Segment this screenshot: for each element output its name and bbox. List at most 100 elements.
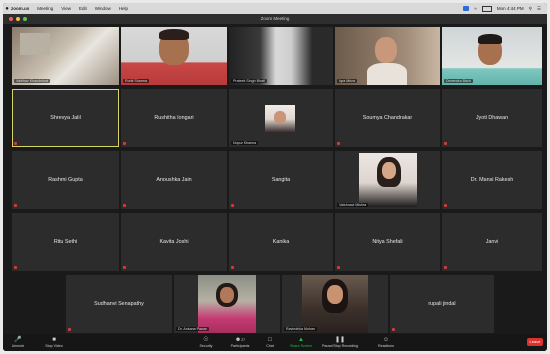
participant-tile[interactable]: Dr. Ankana Pawar [174,275,280,333]
profile-photo [359,153,417,207]
muted-icon [14,142,17,145]
share-screen-icon: ▲ [298,337,304,343]
unmute-label: Unmute [11,344,25,348]
muted-icon [123,266,126,269]
participant-tile[interactable]: Kanika [229,213,333,271]
participants-icon: ☻27 [234,337,246,343]
muted-icon [68,328,71,331]
record-button[interactable]: ❚❚ Pause/Stop Recording [321,336,359,348]
participant-name-label: Iqra Mirza [337,79,357,83]
pause-icon: ❚❚ [334,337,346,343]
menu-edit[interactable]: Edit [79,6,87,11]
profile-photo [302,275,368,333]
participant-name-label: Nupur Khanna [231,141,259,145]
participant-name: Kanika [272,239,290,245]
menu-list-icon[interactable]: ☰ [537,6,541,12]
participant-name: Jyoti Dhawan [475,115,509,121]
menu-view[interactable]: View [61,6,71,11]
share-screen-label: Share Screen [290,344,312,348]
participant-name: Sudhanvi Senapathy [94,301,144,307]
title-bar: Zoom Meeting [3,14,547,24]
security-button[interactable]: ☉ Security [195,336,217,348]
participant-tile[interactable]: Prateek Singh Bhati [229,27,333,85]
window-title: Zoom Meeting [260,16,290,21]
profile-photo [265,105,295,133]
participant-tile[interactable]: Anoushka Jain [121,151,227,209]
security-label: Security [199,344,213,348]
participant-name-label: Devendra Bisht [444,79,473,83]
participant-tile[interactable]: Jyoti Dhawan [442,89,542,147]
participant-tile[interactable]: Nupur Khanna [229,89,333,147]
participant-name: Anoushka Jain [156,177,192,183]
share-screen-button[interactable]: ▲ Share Screen [287,336,315,348]
participant-tile[interactable]: Dr. Mansi Rakesh [442,151,542,209]
participant-tile[interactable]: Vaibhav Khandelwal [12,27,119,85]
participant-tile[interactable]: Devendra Bisht [442,27,542,85]
shield-icon: ☉ [203,337,209,343]
unmute-button[interactable]: 🎤 Unmute [7,336,29,348]
video-camera-icon: ■ [52,337,56,343]
person-face [375,37,397,63]
participant-tile[interactable]: Soumya Chandrakar [335,89,440,147]
participant-name: Dr. Mansi Rakesh [470,177,514,183]
reactions-label: Reactions [378,344,394,348]
person-body [367,63,407,85]
participant-name: Rushitha Iongari [154,115,194,121]
participant-tile[interactable]: Sangita [229,151,333,209]
participant-name-label: Rohit Sharma [123,79,149,83]
participant-name-label: Ravindrika Mohan [284,327,317,331]
search-icon[interactable]: ⚲ [529,6,532,12]
menu-window[interactable]: Window [95,6,111,11]
video-feed [229,27,333,85]
participant-tile[interactable]: Rashmi Gupta [12,151,119,209]
participant-tile[interactable]: Iqra Mirza [335,27,440,85]
participant-tile[interactable]: Nitya Shefali [335,213,440,271]
reaction-smiley-icon: ☺ [382,337,390,343]
participant-tile[interactable]: Janvi [442,213,542,271]
menu-meeting[interactable]: Meeting [37,6,53,11]
status-area: ≈ Mon 4:44 PM ⚲ ☰ [463,5,547,12]
participant-name: rupali jindal [428,301,456,307]
battery-icon[interactable] [481,5,492,12]
apple-menu-icon[interactable]: ● [3,6,11,12]
participant-tile[interactable]: Rohit Sharma [121,27,227,85]
clock[interactable]: Mon 4:44 PM [497,6,524,11]
muted-icon [123,142,126,145]
participant-name-label: Prateek Singh Bhati [231,79,267,83]
participant-tile-active-speaker[interactable]: Shrevya Jalil [12,89,119,147]
participant-tile[interactable]: Vaishnavi Mishra [335,151,440,209]
participant-tile[interactable]: Rushitha Iongari [121,89,227,147]
photo-face [274,111,286,124]
wifi-icon[interactable]: ≈ [474,6,476,11]
muted-icon [14,266,17,269]
stop-video-button[interactable]: ■ Stop Video [43,336,65,348]
participant-name: Kavita Joshi [159,239,189,245]
participant-tile[interactable]: Kavita Joshi [121,213,227,271]
zoom-status-icon[interactable] [463,6,470,11]
reactions-button[interactable]: ☺ Reactions [375,336,397,348]
muted-icon [444,266,447,269]
participant-name: Ritu Sethi [53,239,78,245]
muted-icon [337,142,340,145]
participant-tile[interactable]: Ritu Sethi [12,213,119,271]
participant-tile[interactable]: rupali jindal [390,275,494,333]
chat-button[interactable]: □ Chat [259,336,281,348]
muted-icon [231,266,234,269]
person-hair [478,34,502,44]
participants-button[interactable]: ☻27 Participants [227,336,253,348]
menu-help[interactable]: Help [119,6,128,11]
participant-name: Shrevya Jalil [50,115,81,121]
room-shelf [20,33,50,55]
chat-bubble-icon: □ [268,337,272,343]
participant-tile[interactable]: Ravindrika Mohan [282,275,388,333]
muted-icon [123,204,126,207]
participant-tile[interactable]: Sudhanvi Senapathy [66,275,172,333]
leave-meeting-button[interactable]: Leave [527,338,543,346]
muted-icon [14,204,17,207]
muted-icon [444,142,447,145]
menu-app[interactable]: zoom.us [11,6,29,11]
participant-name: Janvi [485,239,499,245]
stop-video-label: Stop Video [45,344,63,348]
profile-photo [198,275,256,333]
participant-name: Soumya Chandrakar [362,115,413,121]
